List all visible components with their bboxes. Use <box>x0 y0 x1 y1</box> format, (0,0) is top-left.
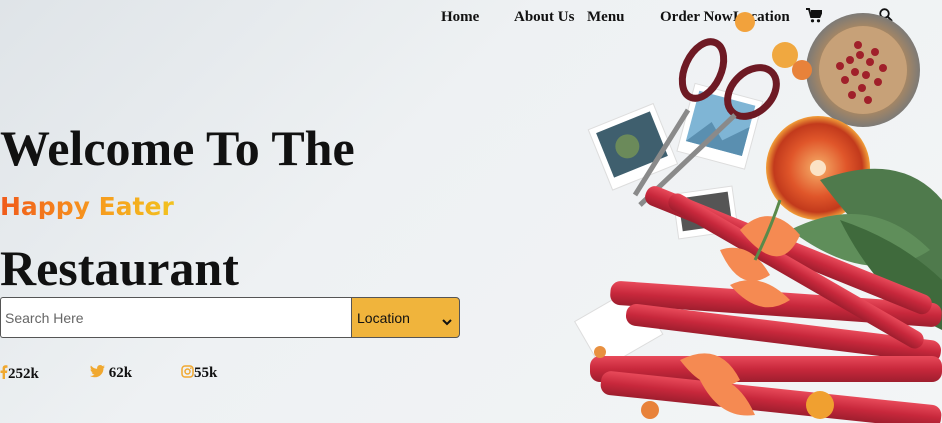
social-facebook[interactable]: 252k <box>0 365 39 383</box>
social-instagram[interactable]: 55k <box>181 365 217 382</box>
instagram-icon <box>181 365 194 381</box>
search-input[interactable] <box>0 297 355 338</box>
instagram-count: 55k <box>194 365 218 381</box>
social-twitter[interactable]: 62k <box>90 365 132 382</box>
location-select[interactable]: Location <box>351 297 460 338</box>
hero-title-line1: Welcome To The <box>0 120 355 176</box>
nav-home-link[interactable]: Home <box>441 9 479 26</box>
twitter-icon <box>90 365 105 381</box>
hero-brand-name: Happy Eater <box>0 192 174 221</box>
facebook-icon <box>0 365 8 382</box>
chevron-down-icon <box>442 313 452 331</box>
hero-food-image <box>574 12 942 423</box>
search-bar: Location <box>0 297 460 338</box>
facebook-count: 252k <box>8 366 39 382</box>
location-select-label: Location <box>357 310 410 326</box>
twitter-count: 62k <box>108 365 133 381</box>
hero-title-line3: Restaurant <box>0 240 239 296</box>
